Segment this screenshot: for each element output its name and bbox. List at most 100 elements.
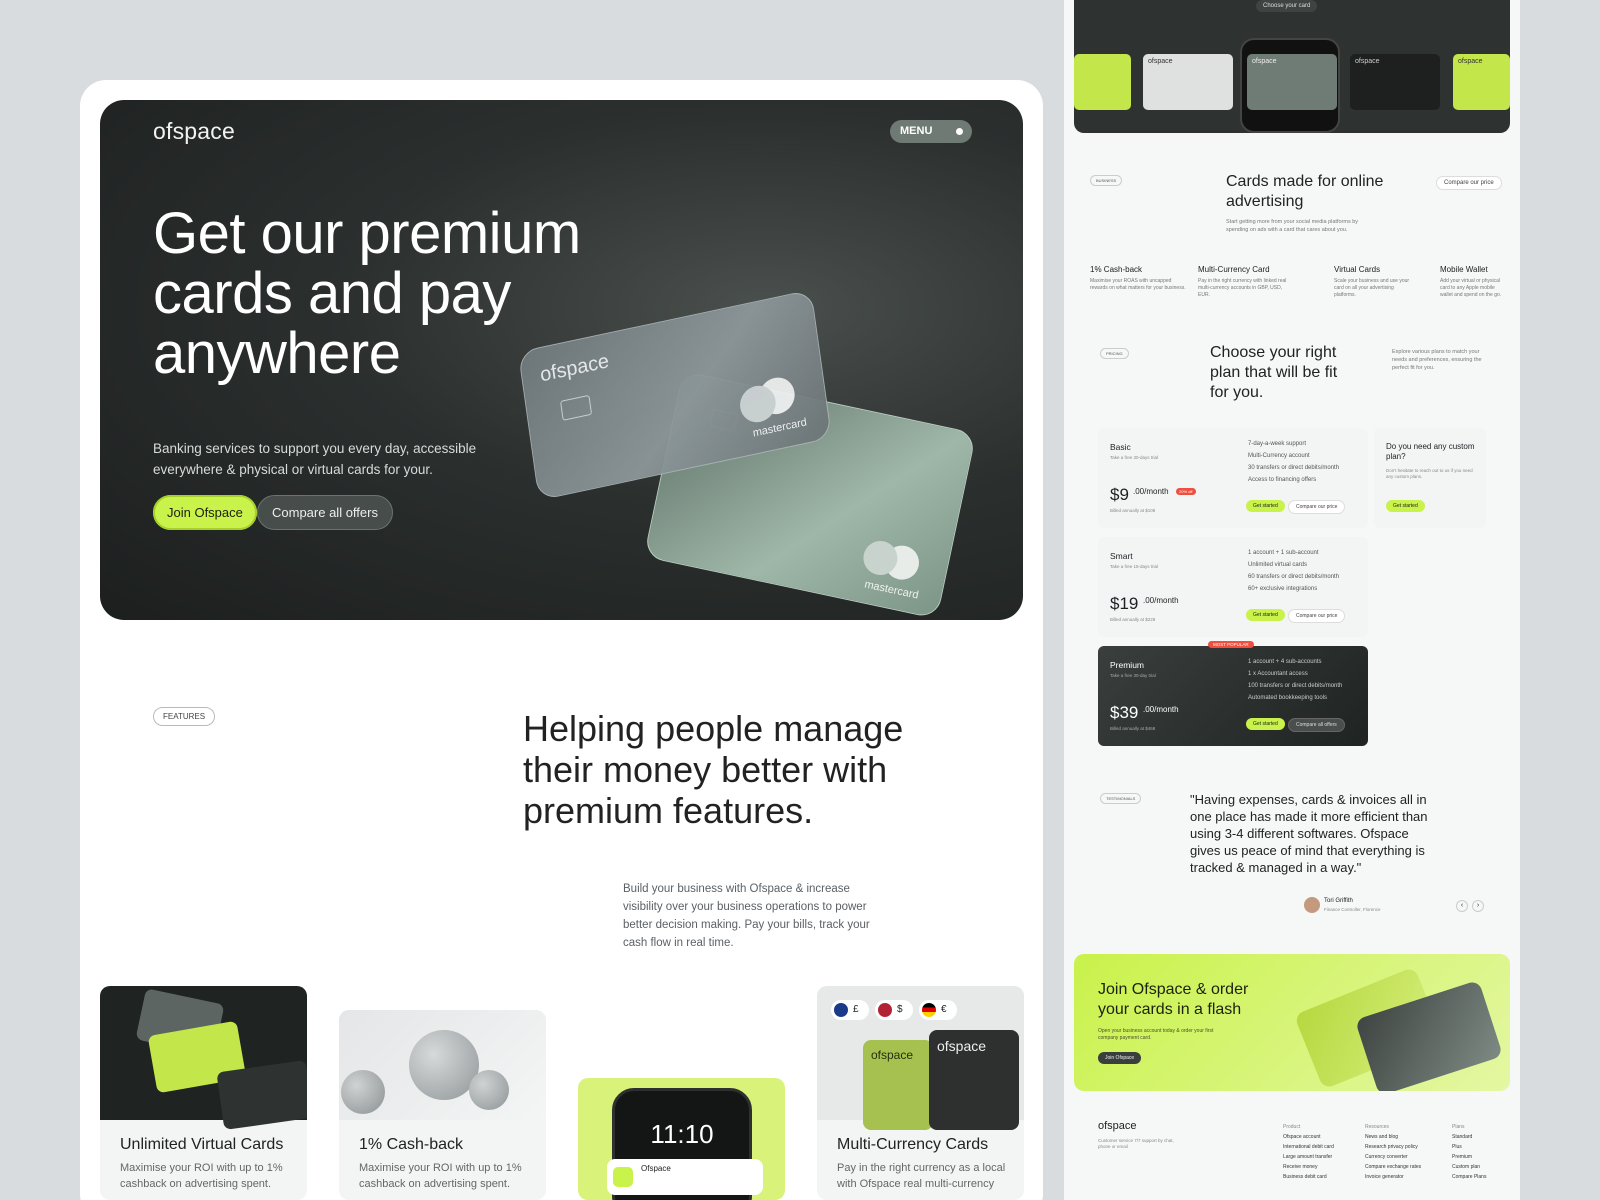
feature-card-cashback[interactable]: 1% Cash-back Maximise your ROI with up t… — [339, 1010, 546, 1200]
get-started-button[interactable]: Get started — [1246, 500, 1285, 512]
cta-join-button[interactable]: Join Ofspace — [1098, 1052, 1142, 1064]
menu-button[interactable]: MENU — [890, 120, 972, 143]
footer-link[interactable]: Currency converter — [1365, 1152, 1421, 1162]
benefit-title: Virtual Cards — [1334, 265, 1381, 274]
plan-price: $39 — [1110, 703, 1139, 722]
compare-button[interactable]: Compare our price — [1288, 500, 1346, 514]
card-brand-label: ofspace — [1252, 58, 1277, 65]
footer-link[interactable]: Business debit card — [1283, 1172, 1334, 1182]
currency-chip-eur[interactable]: € — [919, 1000, 957, 1020]
card-illustration: ofspace — [929, 1030, 1019, 1130]
plan-billed: Billed annually at $228 — [1110, 617, 1156, 622]
footer-link[interactable]: News and blog — [1365, 1132, 1421, 1142]
footer-link[interactable]: Premium — [1452, 1152, 1486, 1162]
card-brand-label: ofspace — [1148, 58, 1173, 65]
plan-name: Basic — [1110, 442, 1131, 452]
card-brand-label: ofspace — [1458, 58, 1483, 65]
mini-card-lime[interactable]: ofspace — [1453, 54, 1510, 110]
mini-card-black[interactable]: ofspace — [1350, 54, 1440, 110]
currency-chip-gbp[interactable]: £ — [831, 1000, 869, 1020]
benefit-text: Pay in the right currency with linked re… — [1198, 278, 1287, 298]
footer-link[interactable]: Compare Plans — [1452, 1172, 1486, 1182]
get-started-button[interactable]: Get started — [1386, 500, 1425, 512]
notification-title: Ofspace — [641, 1164, 671, 1173]
footer-link[interactable]: Standard — [1452, 1132, 1486, 1142]
plan-period: .00/month — [1143, 705, 1179, 714]
pricing-heading: Choose your right plan that will be fit … — [1210, 344, 1338, 401]
custom-plan-card: Do you need any custom plan? Don't hesit… — [1374, 428, 1486, 528]
plan-feature: 1 account + 4 sub-accounts — [1248, 659, 1322, 665]
phone-notification: Ofspace — [607, 1159, 763, 1195]
plan-feature: 100 transfers or direct debits/month — [1248, 683, 1343, 689]
custom-plan-title: Do you need any custom plan? — [1386, 442, 1475, 461]
feature-card-multicurrency[interactable]: £ $ € ofspace ofspace Multi-Currency Car… — [817, 986, 1024, 1200]
footer-link[interactable]: Custom plan — [1452, 1162, 1486, 1172]
card-illustration — [216, 1060, 307, 1130]
footer-link[interactable]: Receive money — [1283, 1162, 1334, 1172]
plan-feature: Access to financing offers — [1248, 477, 1317, 483]
get-started-button[interactable]: Get started — [1246, 718, 1285, 730]
features-description: Build your business with Ofspace & incre… — [623, 883, 870, 949]
plan-feature: 60+ exclusive integrations — [1248, 586, 1318, 592]
benefit-title: Multi-Currency Card — [1198, 265, 1270, 274]
plan-card-premium: MOST POPULAR Premium Take a free 30-day … — [1098, 641, 1368, 746]
prev-arrow-icon[interactable]: ‹ — [1456, 900, 1468, 912]
footer-link[interactable]: Research privacy policy — [1365, 1142, 1421, 1152]
benefit-title: 1% Cash-back — [1090, 265, 1143, 274]
feature-card-virtual-cards[interactable]: Unlimited Virtual Cards Maximise your RO… — [100, 986, 307, 1200]
card-illustration: ofspace — [863, 1040, 933, 1130]
footer-link[interactable]: Ofspace account — [1283, 1132, 1334, 1142]
plan-feature: Multi-Currency account — [1248, 453, 1310, 459]
plan-period: .00/month — [1143, 596, 1179, 605]
phone-illustration: 11:10 Ofspace — [607, 1088, 763, 1200]
brand-logo[interactable]: ofspace — [153, 118, 235, 145]
footer-link[interactable]: Invoice generator — [1365, 1172, 1421, 1182]
card-brand-label: ofspace — [871, 1048, 914, 1062]
benefit-item: Virtual Cards Scale your business and use… — [1334, 265, 1414, 299]
chip-icon — [560, 394, 593, 421]
currency-chip-usd[interactable]: $ — [875, 1000, 913, 1020]
menu-label: MENU — [900, 125, 933, 137]
benefit-title: Mobile Wallet — [1440, 265, 1488, 274]
compare-button[interactable]: Compare all offers — [1288, 718, 1345, 732]
footer-col-title: Resources — [1365, 1124, 1389, 1130]
plan-billed: Billed annually at $468 — [1110, 726, 1156, 731]
compare-offers-button[interactable]: Compare all offers — [257, 495, 393, 530]
footer-link[interactable]: International debit card — [1283, 1142, 1334, 1152]
features-heading: Helping people manage their money better… — [523, 708, 904, 831]
footer-col-title: Plans — [1452, 1124, 1465, 1130]
feature-image — [339, 1010, 546, 1120]
coin-icon — [469, 1070, 509, 1110]
benefit-text: Scale your business and use your card on… — [1334, 278, 1410, 298]
footer-link[interactable]: Large amount transfer — [1283, 1152, 1334, 1162]
footer-col-resources: Resources News and blog Research privacy… — [1365, 1122, 1421, 1182]
footer-link[interactable]: Plus — [1452, 1142, 1486, 1152]
plan-feature: 60 transfers or direct debits/month — [1248, 574, 1340, 580]
menu-dot-icon — [956, 128, 963, 135]
plan-trial: Take a free 30-days trial — [1110, 455, 1159, 460]
plan-card-basic: Basic Take a free 30-days trial $9 .00/m… — [1098, 428, 1368, 528]
business-heading: Cards made for online advertising — [1226, 173, 1384, 210]
plan-feature: 1 x Accountant access — [1248, 671, 1308, 677]
compare-button[interactable]: Compare our price — [1288, 609, 1346, 623]
get-started-button[interactable]: Get started — [1246, 609, 1285, 621]
plan-trial: Take a free 30-day trial — [1110, 673, 1156, 678]
footer-logo[interactable]: ofspace — [1098, 1120, 1137, 1132]
feature-text: Pay in the right currency as a local wit… — [837, 1162, 1006, 1190]
compare-price-button[interactable]: Compare our price — [1436, 176, 1502, 190]
next-arrow-icon[interactable]: › — [1472, 900, 1484, 912]
currency-symbol: $ — [897, 1004, 903, 1015]
cta-section: Join Ofspace & order your cards in a fla… — [1074, 954, 1510, 1091]
footer-col-product: Product Ofspace account International de… — [1283, 1122, 1334, 1182]
plan-feature: Unlimited virtual cards — [1248, 562, 1308, 568]
join-button[interactable]: Join Ofspace — [153, 495, 257, 530]
footer-col-title: Product — [1283, 1124, 1301, 1130]
feature-card-mobile[interactable]: 11:10 Ofspace — [578, 1078, 785, 1200]
feature-image: £ $ € ofspace ofspace — [817, 986, 1024, 1130]
mini-card-sage[interactable]: ofspace — [1247, 54, 1337, 110]
plan-feature: 30 transfers or direct debits/month — [1248, 465, 1340, 471]
mini-card-lime[interactable] — [1074, 54, 1131, 110]
testimonials-tag: TESTIMONIALS — [1100, 793, 1142, 804]
footer-link[interactable]: Compare exchange rates — [1365, 1162, 1421, 1172]
mini-card-silver[interactable]: ofspace — [1143, 54, 1233, 110]
